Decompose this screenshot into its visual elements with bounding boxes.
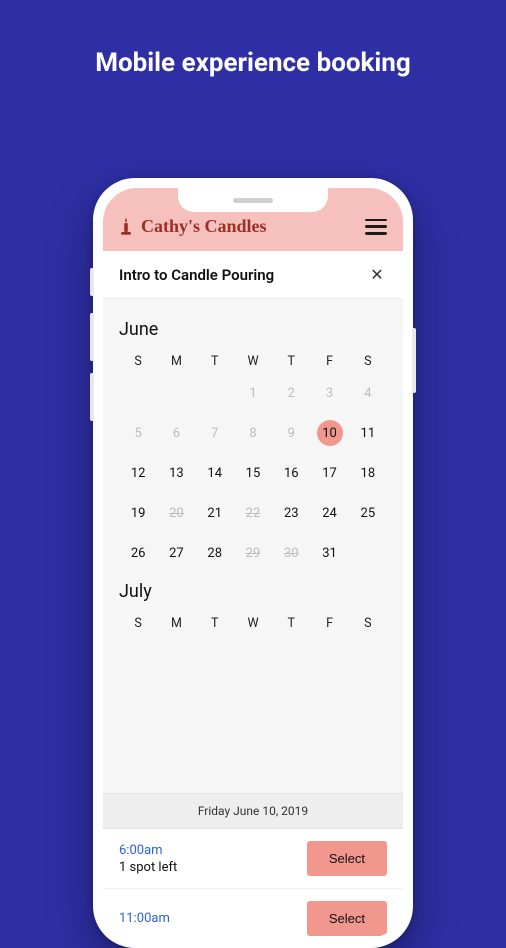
select-button[interactable]: Select: [307, 841, 387, 876]
calendar-day[interactable]: 19: [119, 499, 157, 527]
calendar-day[interactable]: 18: [349, 459, 387, 487]
time-slot: 6:00am 1 spot left Select: [103, 829, 403, 889]
calendar-day: 29: [234, 539, 272, 567]
side-button: [90, 373, 94, 421]
time-slot: 11:00am Select: [103, 889, 403, 938]
calendar-day[interactable]: 13: [157, 459, 195, 487]
selected-date-banner: Friday June 10, 2019: [103, 793, 403, 829]
experience-title: Intro to Candle Pouring: [119, 266, 274, 284]
dow-cell: T: [272, 616, 310, 631]
phone-notch: [178, 188, 328, 212]
calendar-day: 1: [234, 379, 272, 407]
phone-screen: Cathy's Candles Intro to Candle Pouring …: [103, 188, 403, 938]
calendar-day: 9: [272, 419, 310, 447]
calendar-day: 30: [272, 539, 310, 567]
dow-cell: M: [157, 616, 195, 631]
dow-cell: S: [119, 616, 157, 631]
calendar-day[interactable]: 26: [119, 539, 157, 567]
calendar-day: 22: [234, 499, 272, 527]
dow-cell: S: [119, 354, 157, 369]
calendar-day: 6: [157, 419, 195, 447]
calendar-day[interactable]: 12: [119, 459, 157, 487]
calendar-day: 20: [157, 499, 195, 527]
calendar-day[interactable]: 31: [310, 539, 348, 567]
slot-spots: 1 spot left: [119, 860, 177, 875]
calendar-day: 3: [310, 379, 348, 407]
calendar-day[interactable]: 16: [272, 459, 310, 487]
brand-label: Cathy's Candles: [141, 216, 267, 237]
candle-icon: [119, 218, 133, 236]
calendar-day[interactable]: 21: [196, 499, 234, 527]
booking-titlebar: Intro to Candle Pouring ✕: [103, 251, 403, 299]
dow-cell: S: [349, 616, 387, 631]
side-button: [412, 328, 416, 393]
month-label: June: [119, 319, 387, 340]
calendar-day[interactable]: 17: [310, 459, 348, 487]
slot-time: 11:00am: [119, 911, 170, 926]
calendar-day: 2: [272, 379, 310, 407]
month-block: June SMTWTFS 123456789101112131415161718…: [119, 319, 387, 567]
dow-cell: W: [234, 616, 272, 631]
calendar-day: 5: [119, 419, 157, 447]
calendar-day[interactable]: 27: [157, 539, 195, 567]
brand[interactable]: Cathy's Candles: [119, 216, 267, 237]
calendar-day[interactable]: 14: [196, 459, 234, 487]
calendar-day[interactable]: 10: [310, 419, 348, 447]
select-button[interactable]: Select: [307, 901, 387, 936]
side-button: [90, 268, 94, 296]
menu-icon[interactable]: [365, 219, 387, 235]
calendar-day[interactable]: 25: [349, 499, 387, 527]
dow-cell: T: [196, 616, 234, 631]
dow-cell: T: [272, 354, 310, 369]
phone-frame: Cathy's Candles Intro to Candle Pouring …: [93, 178, 413, 948]
calendar-day: 7: [196, 419, 234, 447]
slot-time: 6:00am: [119, 843, 177, 858]
dow-cell: F: [310, 354, 348, 369]
calendar-day[interactable]: 11: [349, 419, 387, 447]
calendar-day[interactable]: 28: [196, 539, 234, 567]
calendar-grid: 1234567891011121314151617181920212223242…: [119, 379, 387, 567]
day-of-week-row: SMTWTFS: [119, 616, 387, 631]
calendar-day: 8: [234, 419, 272, 447]
dow-cell: F: [310, 616, 348, 631]
calendar-day[interactable]: 23: [272, 499, 310, 527]
month-label: July: [119, 581, 387, 602]
calendar-day[interactable]: 24: [310, 499, 348, 527]
calendar-day[interactable]: 15: [234, 459, 272, 487]
page-title: Mobile experience booking: [0, 48, 506, 78]
calendar-empty: [157, 379, 195, 407]
side-button: [90, 313, 94, 361]
dow-cell: W: [234, 354, 272, 369]
dow-cell: S: [349, 354, 387, 369]
calendar-empty: [196, 379, 234, 407]
dow-cell: M: [157, 354, 195, 369]
close-icon[interactable]: ✕: [367, 265, 387, 284]
calendar-day: 4: [349, 379, 387, 407]
dow-cell: T: [196, 354, 234, 369]
day-of-week-row: SMTWTFS: [119, 354, 387, 369]
calendar-empty: [119, 379, 157, 407]
month-block: July SMTWTFS: [119, 581, 387, 631]
